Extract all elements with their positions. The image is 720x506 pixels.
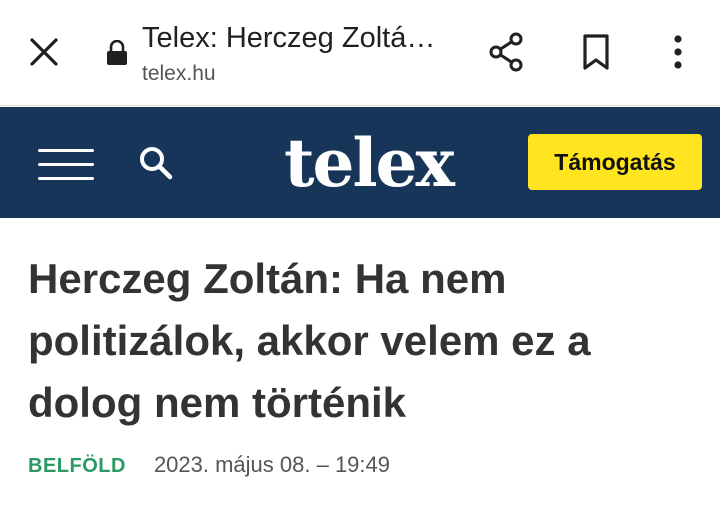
share-icon (489, 32, 523, 72)
category-link[interactable]: BELFÖLD (28, 455, 126, 478)
overflow-menu-button[interactable] (656, 30, 700, 74)
publish-date: 2023. május 08. – 19:49 (153, 452, 390, 477)
article-headline: Herczeg Zoltán: Ha nem politizálok, akko… (28, 255, 591, 426)
share-button[interactable] (484, 30, 528, 74)
close-icon (30, 38, 58, 66)
bookmark-icon (583, 34, 609, 70)
close-tab-button[interactable] (22, 30, 66, 74)
bookmark-button[interactable] (574, 30, 618, 74)
page-domain[interactable]: telex.hu (142, 62, 216, 86)
page-title[interactable]: Telex: Herczeg Zoltá… (142, 22, 442, 55)
site-header: telex Támogatás (0, 107, 720, 218)
browser-toolbar: Telex: Herczeg Zoltá… telex.hu (0, 0, 720, 106)
site-logo[interactable]: telex (284, 125, 455, 201)
support-button[interactable]: Támogatás (528, 134, 702, 190)
search-icon[interactable] (138, 145, 174, 181)
menu-icon[interactable] (38, 145, 94, 185)
lock-icon (107, 40, 127, 65)
more-vert-icon (674, 35, 682, 69)
article-meta: BELFÖLD 2023. május 08. – 19:49 (28, 452, 390, 478)
